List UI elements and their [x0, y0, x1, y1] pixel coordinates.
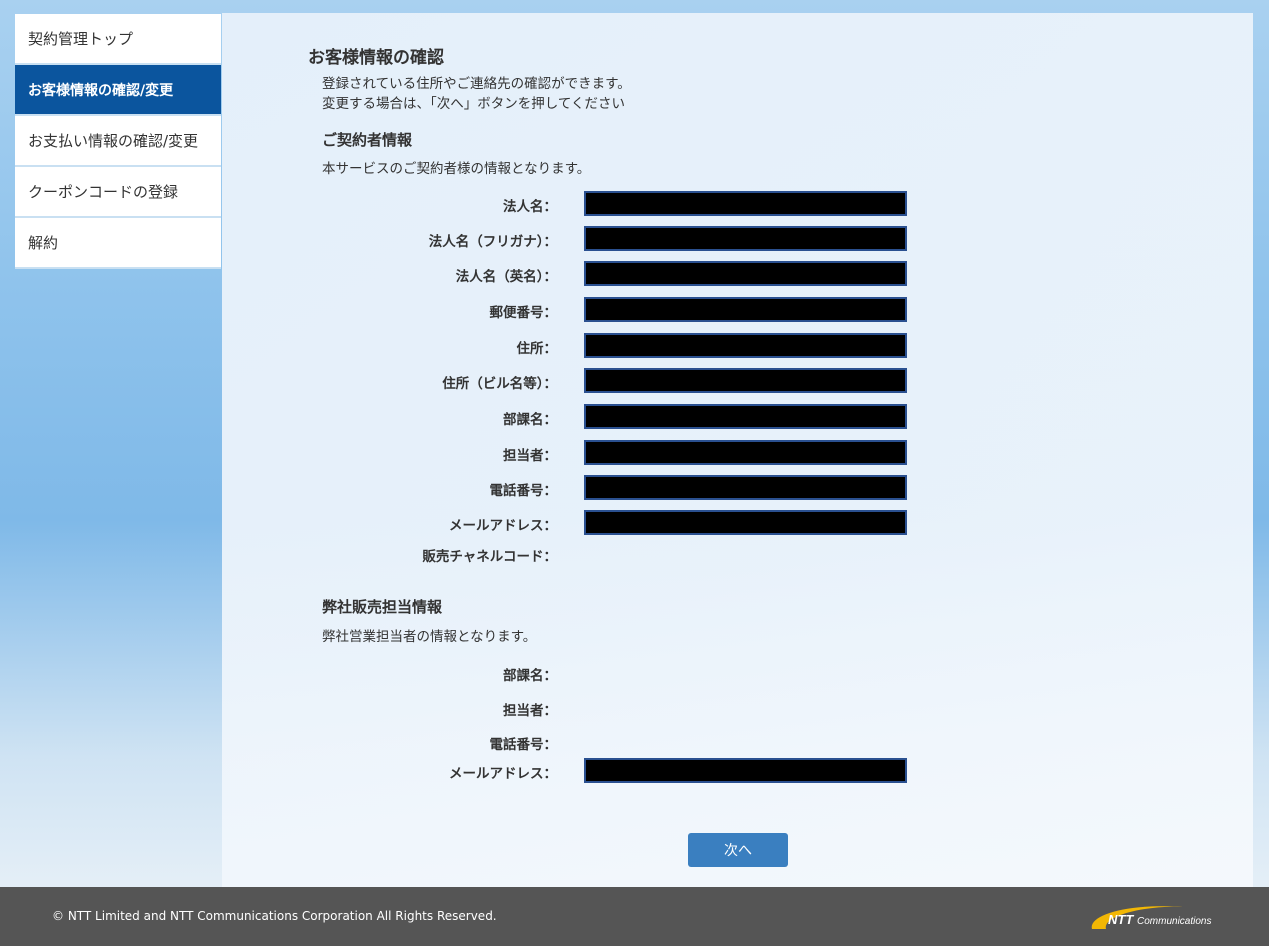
sidebar-item-cancel[interactable]: 解約 — [15, 218, 221, 269]
sidebar-item-coupon[interactable]: クーポンコードの登録 — [15, 167, 221, 218]
contractor-desc: 本サービスのご契約者様の情報となります。 — [322, 161, 591, 177]
redacted-value — [584, 510, 907, 535]
sidebar-item-contract-top[interactable]: 契約管理トップ — [15, 14, 221, 65]
sidebar: 契約管理トップ お客様情報の確認/変更 お支払い情報の確認/変更 クーポンコード… — [15, 14, 221, 269]
sidebar-item-payment-info[interactable]: お支払い情報の確認/変更 — [15, 116, 221, 167]
field-row: 法人名： — [222, 191, 922, 216]
field-label: 住所： — [516, 341, 558, 357]
main-panel: お客様情報の確認 登録されている住所やご連絡先の確認ができます。 変更する場合は… — [222, 13, 1253, 887]
field-row: 住所（ビル名等）： — [222, 368, 922, 393]
ntt-communications-logo: NTT Communications — [1088, 901, 1223, 939]
field-label: メールアドレス： — [449, 766, 557, 782]
redacted-value — [584, 758, 907, 783]
field-label: 部課名： — [503, 668, 557, 684]
field-label: 担当者： — [503, 703, 557, 719]
field-row: 郵便番号： — [222, 297, 922, 322]
field-row: 住所： — [222, 333, 922, 358]
field-label: 電話番号： — [489, 737, 558, 753]
copyright: © NTT Limited and NTT Communications Cor… — [52, 909, 497, 923]
field-row: メールアドレス： — [222, 758, 922, 783]
redacted-value — [584, 191, 907, 216]
field-row: 担当者： — [222, 440, 922, 465]
intro-line: 登録されている住所やご連絡先の確認ができます。 — [322, 76, 631, 92]
field-label: 販売チャネルコード： — [422, 549, 557, 565]
page-title: お客様情報の確認 — [308, 48, 444, 68]
field-row: 電話番号： — [222, 475, 922, 500]
field-label: 郵便番号： — [489, 305, 558, 321]
intro-line: 変更する場合は、「次へ」ボタンを押してください — [322, 96, 625, 112]
field-label: メールアドレス： — [449, 518, 557, 534]
field-label: 法人名： — [503, 199, 557, 215]
redacted-value — [584, 440, 907, 465]
field-row: 販売チャネルコード： — [222, 541, 922, 565]
sales-heading: 弊社販売担当情報 — [322, 598, 443, 616]
redacted-value — [584, 333, 907, 358]
sales-desc: 弊社営業担当者の情報となります。 — [322, 629, 537, 645]
svg-text:Communications: Communications — [1137, 916, 1211, 927]
field-label: 部課名： — [503, 412, 557, 428]
redacted-value — [584, 475, 907, 500]
field-label: 電話番号： — [489, 483, 558, 499]
field-row: 部課名： — [222, 404, 922, 429]
field-row: メールアドレス： — [222, 510, 922, 535]
footer: © NTT Limited and NTT Communications Cor… — [0, 887, 1269, 946]
field-row: 法人名（英名）： — [222, 261, 922, 286]
redacted-value — [584, 404, 907, 429]
svg-text:NTT: NTT — [1108, 912, 1134, 927]
sidebar-item-customer-info[interactable]: お客様情報の確認/変更 — [15, 65, 221, 116]
field-label: 担当者： — [503, 448, 557, 464]
redacted-value — [584, 261, 907, 286]
field-label: 法人名（英名）： — [455, 269, 557, 285]
redacted-value — [584, 297, 907, 322]
field-row: 担当者： — [222, 695, 922, 719]
redacted-value — [584, 226, 907, 251]
field-label: 法人名（フリガナ）： — [428, 234, 557, 250]
field-row: 法人名（フリガナ）： — [222, 226, 922, 251]
field-row: 電話番号： — [222, 729, 922, 753]
next-button[interactable]: 次へ — [688, 833, 788, 867]
contractor-heading: ご契約者情報 — [322, 131, 413, 149]
intro-text: 登録されている住所やご連絡先の確認ができます。 変更する場合は、「次へ」ボタンを… — [322, 74, 631, 114]
field-label: 住所（ビル名等）： — [442, 376, 557, 392]
redacted-value — [584, 368, 907, 393]
field-row: 部課名： — [222, 660, 922, 684]
